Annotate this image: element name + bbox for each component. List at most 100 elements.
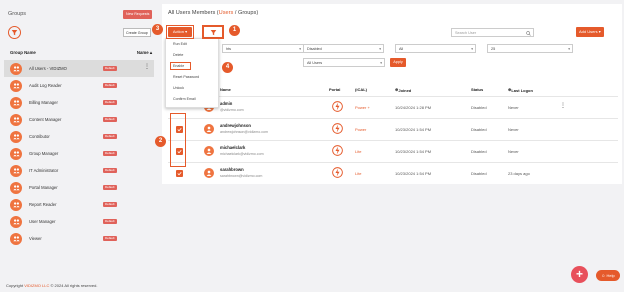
default-badge: Default [103, 134, 117, 139]
table-row[interactable]: sarahbrown sarahbrown@vidizmo.com Lite 10/2… [168, 162, 618, 184]
group-item[interactable]: All Users - VIDIZMO Default ⋮ [4, 60, 154, 77]
page-size-select[interactable]: 25 ▾ [487, 44, 573, 53]
table-row[interactable]: michaelclark michaelclark@vidizmo.com Lite… [168, 140, 618, 162]
col-joined[interactable]: ⊕ Joined [395, 87, 411, 93]
joined-date: 10/24/2024 1:28 PM [395, 105, 432, 110]
row-checkbox[interactable] [176, 170, 183, 177]
col-portal[interactable]: Portal [329, 87, 340, 92]
callout-box-filter [202, 25, 224, 39]
action-menu-item[interactable]: Delete [173, 53, 183, 57]
license-type[interactable]: Lite [355, 149, 361, 154]
group-item[interactable]: Report Reader Default [4, 196, 154, 213]
col-status[interactable]: Status [471, 87, 483, 92]
group-avatar-icon [10, 215, 22, 228]
group-filter-icon[interactable] [8, 26, 21, 39]
callout-number-2: 2 [155, 136, 166, 147]
portal-logo-icon [332, 101, 343, 112]
joined-date: 10/23/2024 1:54 PM [395, 149, 432, 154]
add-fab-button[interactable]: + [571, 266, 588, 283]
group-label: Contributor [29, 134, 50, 139]
add-users-button[interactable]: Add Users ▾ [576, 27, 604, 37]
user-name[interactable]: admin [220, 101, 232, 106]
name-sort-header[interactable]: Name ▴ [137, 50, 152, 56]
user-status: Disabled [471, 127, 487, 132]
group-label: Billing Manager [29, 100, 58, 105]
create-group-button[interactable]: Create Group [123, 28, 151, 37]
last-logon: Never [508, 149, 519, 154]
group-label: IT Administrator [29, 168, 59, 173]
user-name[interactable]: michaelclark [220, 145, 245, 150]
breadcrumb: All Users Members (Users / Groups) [168, 10, 259, 16]
user-name[interactable]: andrewjohnson [220, 123, 251, 128]
group-item[interactable]: Billing Manager Default [4, 94, 154, 111]
group-item[interactable]: Group Manager Default [4, 145, 154, 162]
col-name[interactable]: Name [220, 87, 231, 92]
type-select[interactable]: All ▾ [395, 44, 476, 53]
portal-logo-icon [332, 145, 343, 156]
action-menu-item[interactable]: Unlock [173, 86, 184, 90]
license-type[interactable]: Power [355, 127, 366, 132]
user-email: andrewjohnson@vidizmo.com [220, 130, 268, 134]
group-item[interactable]: Portal Manager Default [4, 179, 154, 196]
group-label: Portal Manager [29, 185, 58, 190]
callout-number-1: 1 [229, 25, 240, 36]
action-menu-item[interactable]: Confirm Email [173, 97, 196, 101]
breadcrumb-users-link[interactable]: Users [219, 10, 234, 16]
col-last-logon[interactable]: ⊕ Last Logon [508, 87, 533, 93]
default-badge: Default [103, 185, 117, 190]
group-list-header: Group Name Name ▴ [10, 50, 152, 55]
help-button[interactable]: ☺ Help [596, 270, 620, 281]
user-name[interactable]: sarahbrown [220, 167, 244, 172]
group-avatar-icon [10, 96, 22, 109]
col-ical[interactable]: (iCAL) [355, 87, 367, 92]
user-email: sarahbrown@vidizmo.com [220, 174, 263, 178]
group-avatar-icon [10, 198, 22, 211]
default-badge: Default [103, 236, 117, 241]
default-badge: Default [103, 117, 117, 122]
joined-date: 10/23/2024 1:54 PM [395, 171, 432, 176]
callout-box-checkboxes [170, 113, 186, 167]
group-item[interactable]: IT Administrator Default [4, 162, 154, 179]
default-badge: Default [103, 202, 117, 207]
user-avatar-icon [204, 146, 214, 156]
group-list: All Users - VIDIZMO Default ⋮ Audit Log Rea… [4, 60, 154, 247]
group-avatar-icon [10, 62, 22, 75]
new-requests-button[interactable]: New Requests [123, 10, 153, 19]
portal-logo-icon [332, 123, 343, 134]
group-avatar-icon [10, 113, 22, 126]
row-kebab-icon[interactable]: ⋮ [560, 102, 566, 109]
table-header: Name Portal (iCAL) ⊕ Joined Status ⊕ Las… [168, 86, 618, 95]
group-item[interactable]: Content Manager Default [4, 111, 154, 128]
joined-date: 10/23/2024 1:54 PM [395, 127, 432, 132]
group-label: User Manager [29, 219, 56, 224]
action-menu-item[interactable]: Run Edit [173, 42, 187, 46]
group-label: Report Reader [29, 202, 57, 207]
group-name-header[interactable]: Group Name [10, 50, 36, 55]
group-avatar-icon [10, 130, 22, 143]
group-label: Content Manager [29, 117, 62, 122]
user-avatar-icon [204, 168, 214, 178]
group-item[interactable]: Viewer Default [4, 230, 154, 247]
apply-button[interactable]: Apply [390, 58, 406, 67]
status-select[interactable]: Disabled ▾ [303, 44, 384, 53]
default-badge: Default [103, 151, 117, 156]
table-row[interactable]: admin @vidizmo.com Power + 10/24/2024 1:28 … [168, 96, 618, 118]
group-kebab-icon[interactable]: ⋮ [144, 64, 150, 70]
callout-number-3: 3 [152, 24, 163, 35]
group-item[interactable]: Audit Log Reader Default [4, 77, 154, 94]
group-label: Group Manager [29, 151, 59, 156]
table-row[interactable]: andrewjohnson andrewjohnson@vidizmo.com Po… [168, 118, 618, 140]
user-status: Disabled [471, 105, 487, 110]
group-item[interactable]: User Manager Default [4, 213, 154, 230]
group-item[interactable]: Contributor Default [4, 128, 154, 145]
action-menu-item[interactable]: Reset Password [173, 75, 199, 79]
group-avatar-icon [10, 181, 22, 194]
license-type[interactable]: Lite [355, 171, 361, 176]
last-logon: Never [508, 105, 519, 110]
license-type[interactable]: Power + [355, 105, 370, 110]
action-menu-item[interactable]: Enable [173, 64, 184, 68]
search-user-input[interactable]: Search User [451, 28, 534, 37]
filter-select-1[interactable]: hts ▾ [222, 44, 304, 53]
footer-brand-link[interactable]: VIDIZMO LLC [24, 283, 49, 288]
user-scope-select[interactable]: All Users ▾ [303, 58, 385, 67]
